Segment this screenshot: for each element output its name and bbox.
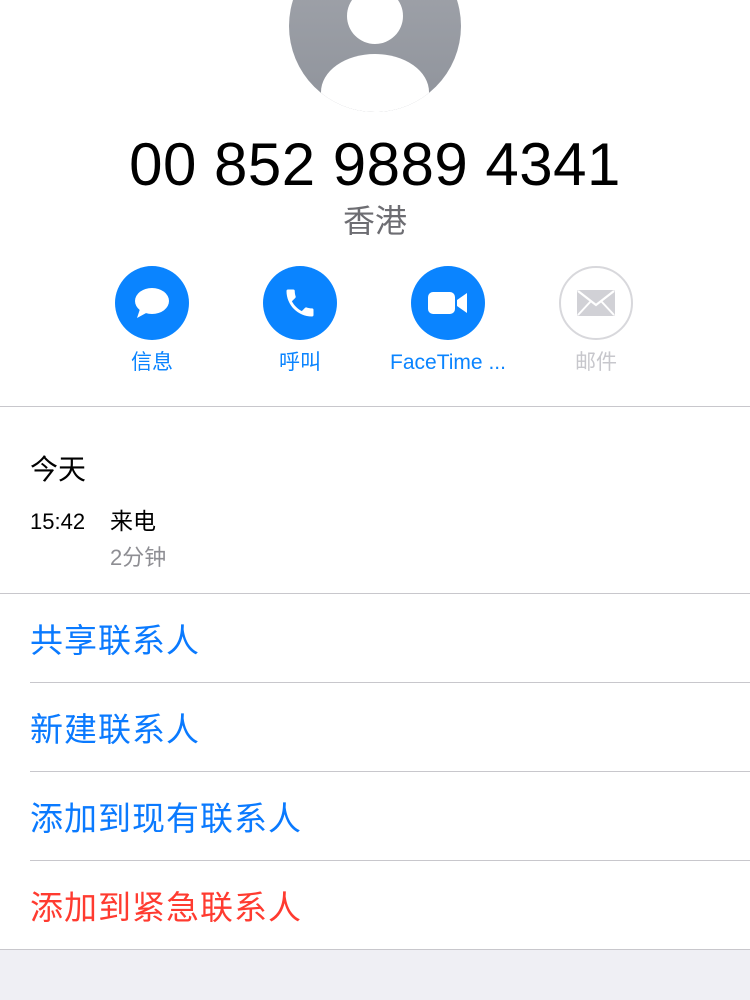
- recents-date-header: 今天: [30, 454, 87, 485]
- avatar: [289, 0, 461, 112]
- video-camera-icon: [428, 292, 467, 314]
- call-time: 15:42: [30, 509, 86, 534]
- new-contact-option[interactable]: 新建联系人: [30, 683, 750, 771]
- call-duration: 2分钟: [110, 545, 167, 570]
- add-to-emergency-contact-option[interactable]: 添加到紧急联系人: [30, 861, 750, 949]
- envelope-icon: [577, 290, 615, 316]
- facetime-button[interactable]: FaceTime ...: [374, 266, 522, 376]
- call-type: 来电: [110, 508, 156, 534]
- phone-number: 00 852 9889 4341: [129, 131, 621, 198]
- call-button-circle[interactable]: [263, 266, 337, 340]
- facetime-button-circle[interactable]: [411, 266, 485, 340]
- message-button[interactable]: 信息: [78, 266, 226, 376]
- mail-button-circle[interactable]: [559, 266, 633, 340]
- call-button-label: 呼叫: [279, 351, 321, 374]
- mail-button-label: 邮件: [575, 351, 617, 374]
- message-button-label: 信息: [131, 351, 173, 374]
- contact-detail-screen: 00 852 9889 4341 香港 信息 呼叫 FaceTime ... 邮…: [0, 0, 750, 1000]
- region-label: 香港: [342, 203, 407, 239]
- facetime-button-label: FaceTime ...: [390, 351, 506, 374]
- phone-icon: [286, 289, 314, 317]
- section-divider: [0, 406, 750, 407]
- mail-button[interactable]: 邮件: [522, 266, 670, 376]
- call-button[interactable]: 呼叫: [226, 266, 374, 376]
- person-silhouette-icon: [321, 0, 429, 112]
- bottom-background: [0, 950, 750, 1000]
- add-to-existing-contact-option[interactable]: 添加到现有联系人: [30, 772, 750, 860]
- share-contact-option[interactable]: 共享联系人: [30, 594, 750, 682]
- message-bubble-icon: [135, 288, 169, 318]
- message-button-circle[interactable]: [115, 266, 189, 340]
